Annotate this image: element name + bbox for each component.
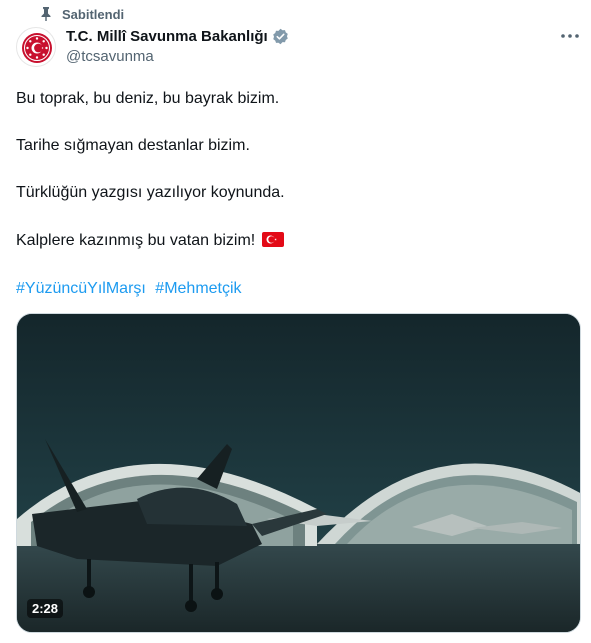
hashtags: #YüzüncüYılMarşı #Mehmetçik (16, 280, 247, 298)
tweet-line-4: Kalplere kazınmış bu vatan bizim! (16, 232, 256, 249)
turkish-flag-icon (261, 232, 284, 247)
author-handle[interactable]: @tcsavunma (66, 48, 154, 65)
pinned-label: Sabitlendi (62, 6, 125, 22)
hashtag-link[interactable]: #YüzüncüYılMarşı (16, 280, 146, 297)
tweet-line-4-container: Kalplere kazınmış bu vatan bizim! (16, 232, 284, 250)
pin-icon (41, 7, 51, 21)
tweet-line-2: Tarihe sığmayan destanlar bizim. (16, 137, 250, 154)
author-display-name[interactable]: T.C. Millî Savunma Bakanlığı (66, 28, 268, 45)
avatar[interactable] (16, 27, 56, 67)
video-duration: 2:28 (27, 599, 64, 618)
tweet-line-1: Bu toprak, bu deniz, bu bayrak bizim. (16, 90, 280, 107)
video-player[interactable]: 2:28 (16, 313, 581, 633)
more-options-icon[interactable] (560, 32, 580, 40)
video-thumbnail (17, 314, 580, 632)
pinned-indicator: Sabitlendi (40, 6, 124, 22)
ministry-emblem-icon (22, 33, 52, 63)
hashtag-link[interactable]: #Mehmetçik (155, 280, 241, 297)
tweet-line-3: Türklüğün yazgısı yazılıyor koynunda. (16, 184, 285, 201)
verified-badge-icon (272, 28, 288, 45)
author-name-row[interactable]: T.C. Millî Savunma Bakanlığı (66, 28, 289, 45)
